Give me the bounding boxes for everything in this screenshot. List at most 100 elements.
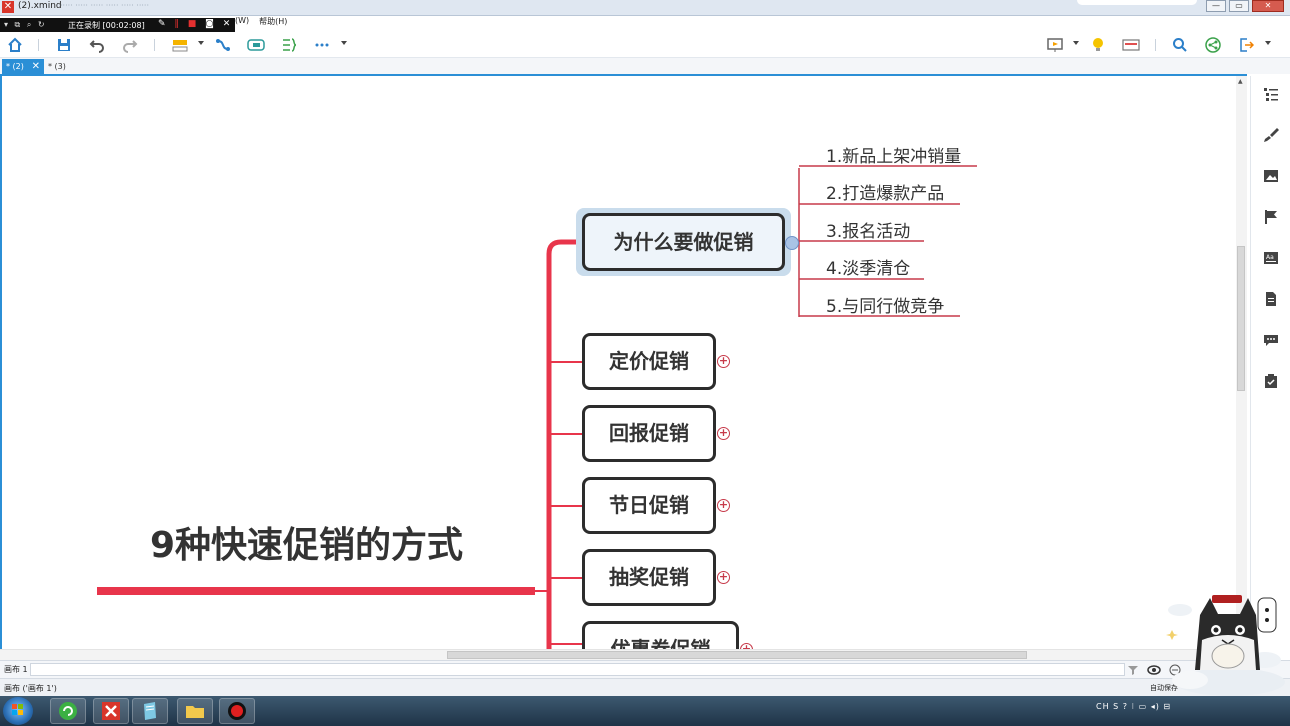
chevron-down-icon[interactable] — [341, 41, 347, 45]
taskbar-app-recorder[interactable] — [219, 698, 255, 724]
tab-document-2[interactable]: * (2) ✕ — [2, 59, 44, 74]
sticker-button[interactable]: Aa — [1261, 248, 1281, 268]
expand-toggle[interactable]: + — [717, 427, 730, 440]
presentation-button[interactable] — [1046, 36, 1064, 54]
vertical-scroll-thumb[interactable] — [1237, 246, 1245, 391]
taskbar-app-xmind[interactable] — [93, 698, 129, 724]
lightbulb-icon — [1093, 38, 1103, 51]
stop-icon[interactable]: ■ — [188, 19, 200, 29]
taskbar-app-explorer[interactable] — [177, 698, 213, 724]
outline-button[interactable] — [1261, 84, 1281, 104]
share-button[interactable] — [1204, 36, 1222, 54]
home-button[interactable] — [6, 36, 24, 54]
toolbar-separator — [154, 39, 155, 51]
horizontal-scroll-thumb[interactable] — [447, 651, 1027, 659]
recorder-controls[interactable]: ✎ ‖ ■ ◙ ✕ — [158, 19, 233, 29]
chevron-down-icon[interactable] — [1265, 41, 1271, 45]
scroll-up-icon[interactable]: ▲ — [1238, 78, 1243, 85]
branch-coupon-promotion[interactable]: 优惠券促销 — [582, 621, 739, 649]
format-panel-button[interactable] — [1122, 36, 1140, 54]
task-button[interactable] — [1261, 371, 1281, 391]
root-topic[interactable]: 9种快速促销的方式 — [150, 516, 463, 568]
paintbrush-icon — [1264, 128, 1279, 142]
more-icon — [315, 43, 329, 47]
branch-spine — [546, 239, 582, 649]
recorder-tool-icons[interactable]: ▾ ⧉ ⌕ ↻ — [4, 20, 47, 30]
tab-label: * (2) — [6, 62, 24, 71]
menu-window[interactable]: (W) — [235, 16, 249, 28]
chevron-down-icon[interactable] — [1073, 41, 1079, 45]
save-button[interactable] — [55, 36, 73, 54]
title-search-area — [1077, 0, 1197, 5]
maximize-button[interactable]: ▭ — [1229, 0, 1249, 12]
close-icon[interactable]: ✕ — [32, 59, 40, 74]
eye-icon[interactable] — [1147, 664, 1161, 676]
window-titlebar: ✕ (2).xmind ····· ····· ····· ····· ····… — [0, 0, 1290, 16]
status-text: 画布 ('画布 1') — [4, 684, 57, 693]
sheet-tab-area[interactable] — [30, 663, 1125, 676]
taskbar-app-notes[interactable] — [132, 698, 168, 724]
close-window-button[interactable]: ✕ — [1252, 0, 1284, 12]
taskbar-app-green[interactable] — [50, 698, 86, 724]
expand-toggle[interactable]: + — [717, 499, 730, 512]
subtopic-5[interactable]: 5.与同行做竞争 — [826, 292, 944, 317]
expand-toggle[interactable]: + — [717, 571, 730, 584]
notes-icon — [1266, 292, 1276, 306]
panel-icon — [1122, 39, 1140, 51]
collapse-toggle[interactable] — [785, 236, 799, 250]
ideas-button[interactable] — [1089, 36, 1107, 54]
filter-icon[interactable] — [1127, 664, 1139, 676]
subtopic-1[interactable]: 1.新品上架冲销量 — [826, 142, 961, 167]
refresh-app-icon — [59, 702, 77, 720]
start-button[interactable] — [3, 697, 33, 725]
boundary-button[interactable] — [247, 36, 265, 54]
subtopic-3[interactable]: 3.报名活动 — [826, 217, 910, 242]
presentation-icon — [1047, 38, 1063, 52]
tab-document-3[interactable]: * (3) — [48, 59, 66, 74]
image-icon — [1264, 170, 1278, 182]
image-button[interactable] — [1261, 166, 1281, 186]
vertical-scrollbar[interactable]: ▲ — [1236, 76, 1247, 648]
chevron-down-icon[interactable] — [198, 41, 204, 45]
system-tray[interactable]: CH S ? ⁝ ▭ ◂) ⊟ — [1096, 702, 1171, 711]
menu-help[interactable]: 帮助(H) — [259, 16, 287, 28]
xmind-icon — [102, 702, 120, 720]
branch-price-promotion[interactable]: 定价促销 — [582, 333, 716, 390]
export-button[interactable] — [1237, 36, 1255, 54]
horizontal-scrollbar[interactable] — [0, 649, 1247, 660]
redo-button[interactable] — [121, 36, 139, 54]
document-tab-strip: * (2) ✕ * (3) — [0, 58, 1290, 74]
share-icon — [1205, 37, 1221, 53]
comments-button[interactable] — [1261, 330, 1281, 350]
summary-button[interactable] — [280, 36, 298, 54]
relationship-button[interactable] — [214, 36, 232, 54]
branch-lottery-promotion[interactable]: 抽奖促销 — [582, 549, 716, 606]
topic-icon — [172, 40, 188, 52]
more-button[interactable] — [313, 36, 331, 54]
root-topic-underline — [97, 587, 535, 595]
window-controls: — ▭ ✕ — [1206, 0, 1284, 12]
style-button[interactable] — [1261, 125, 1281, 145]
expand-toggle[interactable]: + — [717, 355, 730, 368]
subtopic-4[interactable]: 4.淡季清仓 — [826, 254, 910, 279]
background-window-tabs: ····· ····· ····· ····· ····· ····· — [60, 1, 150, 10]
right-side-panel: Aa — [1250, 76, 1290, 660]
branch-reward-promotion[interactable]: 回报促销 — [582, 405, 716, 462]
search-button[interactable] — [1171, 36, 1189, 54]
minimize-button[interactable]: — — [1206, 0, 1226, 12]
branch-holiday-promotion[interactable]: 节日促销 — [582, 477, 716, 534]
home-icon — [8, 37, 22, 52]
notes-button[interactable] — [1261, 289, 1281, 309]
pause-icon[interactable]: ‖ — [174, 19, 182, 29]
record-icon — [228, 702, 246, 720]
insert-topic-button[interactable] — [171, 36, 189, 54]
toolbar-separator — [38, 39, 39, 51]
subtopic-2[interactable]: 2.打造爆款产品 — [826, 179, 944, 204]
marker-button[interactable] — [1261, 207, 1281, 227]
flag-icon — [1265, 210, 1277, 224]
redo-icon — [123, 40, 138, 53]
undo-button[interactable] — [88, 36, 106, 54]
mindmap-canvas[interactable]: 9种快速促销的方式 为什么要做促销 1.新品上架冲销量 2.打造爆款产品 3.报… — [0, 74, 1247, 649]
sheet-tab[interactable]: 画布 1 — [4, 664, 28, 675]
branch-why-promote[interactable]: 为什么要做促销 — [582, 213, 785, 271]
